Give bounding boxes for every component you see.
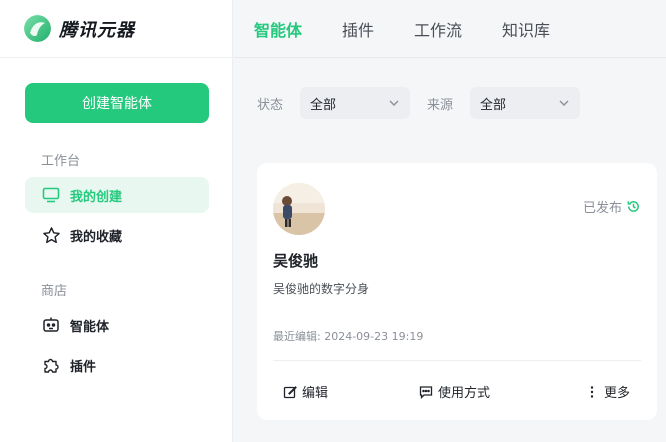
create-agent-button[interactable]: 创建智能体 [25,83,209,123]
sidebar-item-my-creations[interactable]: 我的创建 [25,177,209,213]
last-edited: 最近编辑: 2024-09-23 19:19 [273,330,424,343]
edit-icon [283,385,297,398]
top-navigation: 智能体 插件 工作流 知识库 [234,0,666,58]
usage-label: 使用方式 [438,386,491,401]
app-logo-icon [24,15,51,42]
workspace-section-label: 工作台 [41,154,81,169]
sidebar-item-label: 智能体 [70,319,110,335]
status-text: 已发布 [582,201,622,216]
agent-description: 吴俊驰的数字分身 [273,282,370,296]
store-section-label: 商店 [41,284,68,299]
agent-card[interactable]: 已发布 吴俊驰 吴俊驰的数字分身 最近编辑: 2024-09-23 19:19 … [257,163,657,420]
status-filter-value: 全部 [310,97,337,113]
usage-button[interactable]: 使用方式 [419,382,490,401]
tab-plugins[interactable]: 插件 [342,17,374,41]
status-filter-label: 状态 [257,98,284,113]
status-filter-select[interactable]: 全部 [300,87,410,119]
agent-name: 吴俊驰 [273,252,319,270]
chat-bubble-icon [419,385,433,399]
edit-button[interactable]: 编辑 [283,382,328,401]
logo-area[interactable]: 腾讯元器 [0,0,232,58]
sidebar-item-label: 插件 [70,359,97,375]
sidebar-item-label: 我的收藏 [70,229,123,245]
sidebar-item-plugins[interactable]: 插件 [25,347,209,383]
sidebar-item-agents[interactable]: 智能体 [25,307,209,343]
source-filter-select[interactable]: 全部 [470,87,580,119]
puzzle-icon [41,355,61,375]
more-label: 更多 [604,386,631,401]
chevron-down-icon [389,100,399,106]
history-icon[interactable] [626,199,641,214]
app-title: 腾讯元器 [59,19,135,41]
monitor-icon [41,185,61,205]
sidebar-item-label: 我的创建 [70,189,123,205]
publish-status: 已发布 [583,197,641,216]
chevron-down-icon [559,100,569,106]
sidebar: 腾讯元器 创建智能体 工作台 我的创建 我的收藏 商店 智能体 插件 [0,0,233,442]
source-filter-label: 来源 [427,98,454,113]
robot-icon [41,315,61,335]
more-button[interactable]: 更多 [585,382,630,401]
more-vertical-icon [590,385,594,398]
tab-workflows[interactable]: 工作流 [414,17,462,41]
avatar [273,183,325,235]
source-filter-value: 全部 [480,97,507,113]
tab-knowledge-base[interactable]: 知识库 [502,17,550,41]
star-icon [41,225,61,245]
divider [273,360,641,361]
edit-label: 编辑 [302,386,329,401]
sidebar-item-my-favorites[interactable]: 我的收藏 [25,217,209,253]
tab-agents[interactable]: 智能体 [254,17,302,41]
